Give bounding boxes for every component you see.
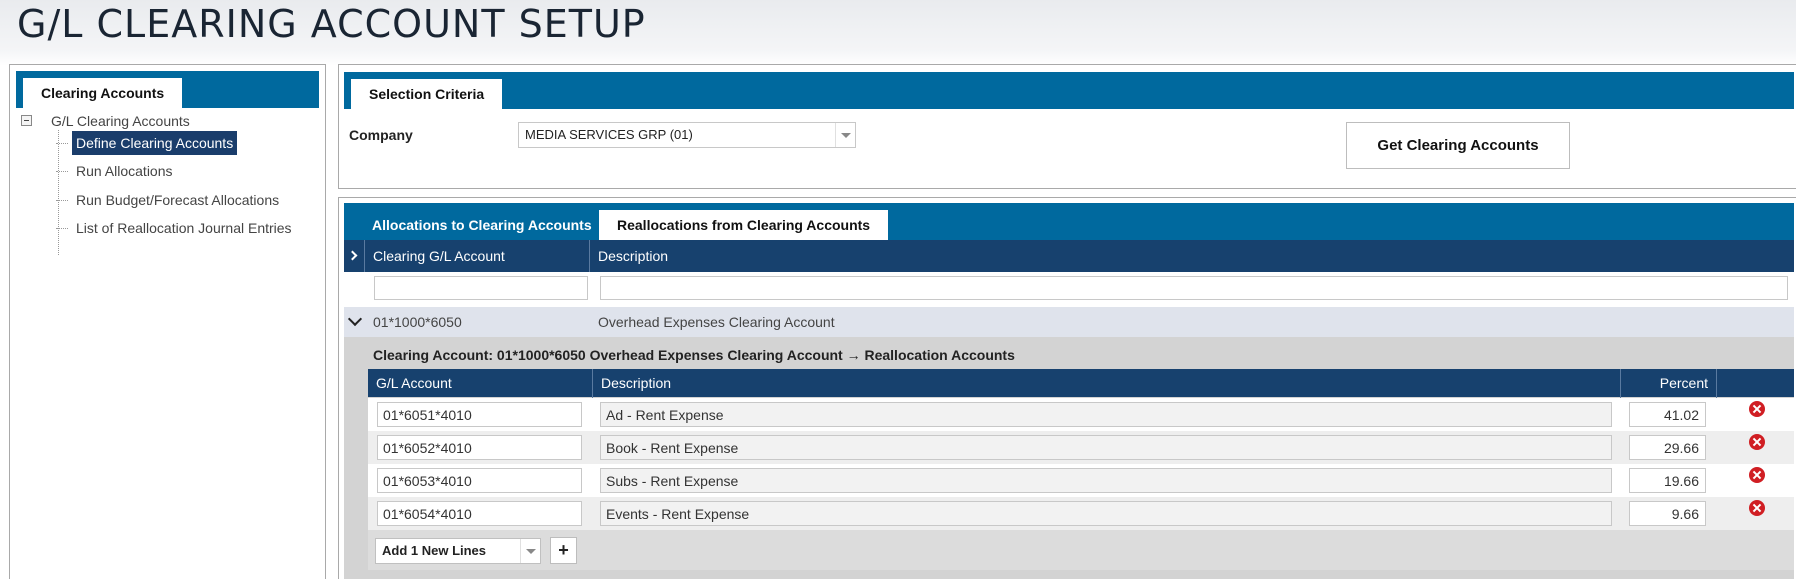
company-select[interactable]: MEDIA SERVICES GRP (01)	[518, 122, 856, 148]
description-field	[600, 402, 1612, 427]
table-row	[368, 398, 1794, 431]
tree-item-label: Run Budget/Forecast Allocations	[76, 192, 280, 208]
tree-item-run-budget-forecast-allocations[interactable]: Run Budget/Forecast Allocations	[56, 188, 283, 212]
column-header-gl-account[interactable]: G/L Account	[368, 369, 593, 401]
selection-tab-bar: Selection Criteria	[344, 72, 1794, 109]
tree-connector	[58, 130, 59, 255]
tab-clearing-accounts[interactable]: Clearing Accounts	[23, 78, 183, 108]
delete-icon[interactable]	[1749, 401, 1765, 417]
reallocation-grid-header: G/L Account Description Percent	[368, 369, 1794, 401]
tree-item-list-reallocation-journal-entries[interactable]: List of Reallocation Journal Entries	[56, 216, 296, 240]
description-field	[600, 435, 1612, 460]
delete-icon[interactable]	[1749, 467, 1765, 483]
left-tab-bar: Clearing Accounts	[16, 71, 319, 108]
column-header-description[interactable]: Description	[590, 240, 1794, 272]
table-row	[368, 431, 1794, 464]
column-header-percent[interactable]: Percent	[1621, 369, 1717, 401]
table-row[interactable]: 01*1000*6050 Overhead Expenses Clearing …	[344, 307, 1794, 337]
percent-input[interactable]	[1629, 501, 1706, 526]
tab-selection-criteria[interactable]: Selection Criteria	[351, 79, 503, 109]
chevron-right-icon	[347, 250, 358, 261]
tab-reallocations-from-clearing[interactable]: Reallocations from Clearing Accounts	[599, 210, 889, 240]
collapse-icon[interactable]	[21, 115, 32, 126]
company-value: MEDIA SERVICES GRP (01)	[525, 127, 693, 142]
gl-account-input[interactable]	[377, 468, 582, 493]
add-lines-button[interactable]: +	[550, 537, 577, 564]
column-header-clearing-account[interactable]: Clearing G/L Account	[365, 240, 590, 272]
gl-account-input[interactable]	[377, 402, 582, 427]
add-lines-value: Add 1 New Lines	[382, 543, 487, 558]
table-row	[368, 464, 1794, 497]
row-description: Overhead Expenses Clearing Account	[598, 314, 835, 330]
column-header-description[interactable]: Description	[593, 369, 1621, 401]
filter-description[interactable]	[600, 276, 1788, 300]
row-expander-header	[344, 240, 365, 272]
tree-item-label: Run Allocations	[76, 163, 173, 179]
main-tab-bar: Allocations to Clearing Accounts Realloc…	[344, 203, 1794, 240]
filter-clearing-account[interactable]	[374, 276, 588, 300]
table-row	[368, 497, 1794, 530]
delete-icon[interactable]	[1749, 434, 1765, 450]
reallocation-detail: Clearing Account: 01*1000*6050 Overhead …	[344, 337, 1794, 579]
gl-account-input[interactable]	[377, 501, 582, 526]
gl-account-input[interactable]	[377, 435, 582, 460]
add-lines-row: Add 1 New Lines +	[368, 530, 1794, 570]
add-lines-select[interactable]: Add 1 New Lines	[375, 538, 541, 564]
delete-icon[interactable]	[1749, 500, 1765, 516]
company-label: Company	[349, 127, 413, 143]
tab-allocations-to-clearing[interactable]: Allocations to Clearing Accounts	[354, 210, 610, 240]
tree-root-label: G/L Clearing Accounts	[51, 113, 190, 129]
percent-input[interactable]	[1629, 402, 1706, 427]
description-field	[600, 468, 1612, 493]
detail-title: Clearing Account: 01*1000*6050 Overhead …	[373, 347, 1015, 363]
page-title: G/L CLEARING ACCOUNT SETUP	[17, 2, 646, 46]
selection-criteria-panel: Selection Criteria Company MEDIA SERVICE…	[338, 64, 1796, 189]
tree-item-label: Define Clearing Accounts	[72, 131, 238, 155]
column-header-actions	[1717, 369, 1794, 401]
description-field	[600, 501, 1612, 526]
row-account: 01*1000*6050	[373, 314, 462, 330]
clearing-grid-header: Clearing G/L Account Description	[344, 240, 1794, 272]
tree-item-label: List of Reallocation Journal Entries	[76, 220, 292, 236]
reallocation-panel: Allocations to Clearing Accounts Realloc…	[338, 197, 1796, 579]
percent-input[interactable]	[1629, 468, 1706, 493]
chevron-down-icon[interactable]	[835, 123, 855, 147]
clearing-accounts-panel: Clearing Accounts G/L Clearing Accounts …	[9, 64, 326, 579]
chevron-down-icon[interactable]	[520, 539, 540, 563]
percent-input[interactable]	[1629, 435, 1706, 460]
tree-item-run-allocations[interactable]: Run Allocations	[56, 159, 177, 183]
get-clearing-accounts-button[interactable]: Get Clearing Accounts	[1346, 122, 1570, 169]
tree-item-define-clearing-accounts[interactable]: Define Clearing Accounts	[56, 131, 238, 155]
chevron-down-icon[interactable]	[347, 311, 363, 327]
